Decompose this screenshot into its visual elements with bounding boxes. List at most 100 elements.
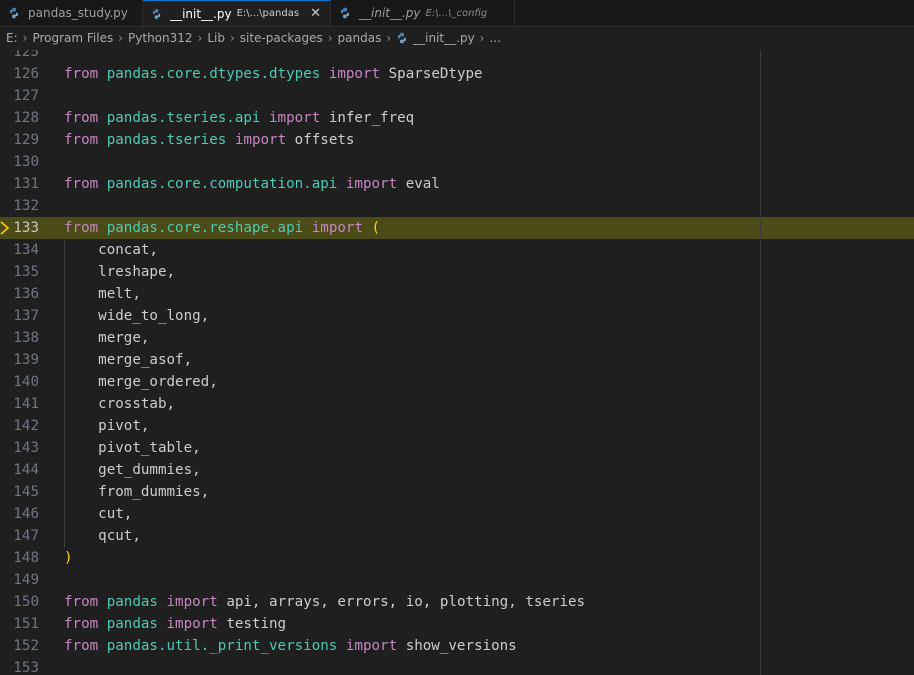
- code-line[interactable]: 136 melt,: [0, 283, 914, 305]
- code-editor[interactable]: 125 126 from pandas.core.dtypes.dtypes imp…: [0, 50, 914, 675]
- line-number: 131: [13, 176, 39, 192]
- line-number: 140: [13, 374, 39, 390]
- code-line[interactable]: 128 from pandas.tseries.api import infer_…: [0, 107, 914, 129]
- code-text: from pandas.util._print_versions import …: [64, 638, 517, 654]
- code-line[interactable]: 139 merge_asof,: [0, 349, 914, 371]
- python-file-icon: [10, 7, 18, 19]
- code-line[interactable]: 129 from pandas.tseries import offsets: [0, 129, 914, 151]
- current-line[interactable]: 133 from pandas.core.reshape.api import (: [0, 217, 914, 239]
- python-file-icon: [341, 7, 349, 19]
- code-text: get_dummies,: [98, 462, 201, 478]
- line-number: 148: [13, 550, 39, 566]
- breadcrumb-lib[interactable]: Lib: [207, 31, 225, 45]
- editor-tab-bar: pandas_study.py __init__.py E:\...\panda…: [0, 0, 914, 27]
- python-file-icon: [398, 32, 407, 44]
- code-text: melt,: [98, 286, 141, 302]
- code-line[interactable]: 137 wide_to_long,: [0, 305, 914, 327]
- tab-description: E:\...\pandas: [236, 8, 300, 19]
- code-line[interactable]: 141 crosstab,: [0, 393, 914, 415]
- chevron-right-icon: ›: [22, 31, 28, 45]
- breadcrumb-program-files[interactable]: Program Files: [32, 31, 113, 45]
- code-text: lreshape,: [98, 264, 176, 280]
- chevron-right-icon: ›: [479, 31, 485, 45]
- code-text: from pandas.core.reshape.api import (: [64, 220, 381, 236]
- python-file-icon: [152, 8, 161, 19]
- chevron-right-icon: ›: [197, 31, 203, 45]
- code-line[interactable]: 148): [0, 547, 914, 569]
- code-line[interactable]: 143 pivot_table,: [0, 437, 914, 459]
- line-number: 137: [13, 308, 39, 324]
- code-text: from pandas import testing: [64, 616, 287, 632]
- code-text: merge_asof,: [98, 352, 193, 368]
- line-number: 144: [13, 462, 39, 478]
- code-line[interactable]: 153: [0, 657, 914, 675]
- chevron-right-icon: ›: [229, 31, 235, 45]
- code-line[interactable]: 147 qcut,: [0, 525, 914, 547]
- code-text: from pandas.core.dtypes.dtypes import Sp…: [64, 66, 483, 82]
- tab-pandas-study[interactable]: pandas_study.py: [0, 0, 143, 26]
- chevron-right-icon: ›: [118, 31, 124, 45]
- code-line[interactable]: 127: [0, 85, 914, 107]
- code-line[interactable]: 125: [0, 50, 914, 63]
- line-number: 146: [13, 506, 39, 522]
- debug-current-line-arrow-icon: [0, 221, 10, 235]
- line-number: 132: [13, 198, 39, 214]
- breadcrumb-python312[interactable]: Python312: [128, 31, 193, 45]
- code-line[interactable]: 130: [0, 151, 914, 173]
- code-line[interactable]: 149: [0, 569, 914, 591]
- line-number: 147: [13, 528, 39, 544]
- line-number: 150: [13, 594, 39, 610]
- line-number: 141: [13, 396, 39, 412]
- line-number: 139: [13, 352, 39, 368]
- code-line[interactable]: 146 cut,: [0, 503, 914, 525]
- code-line[interactable]: 145 from_dummies,: [0, 481, 914, 503]
- code-text: merge,: [98, 330, 150, 346]
- tab-label: __init__.py: [170, 6, 232, 21]
- code-line[interactable]: 140 merge_ordered,: [0, 371, 914, 393]
- code-line[interactable]: 132: [0, 195, 914, 217]
- code-line[interactable]: 150 from pandas import api, arrays, error…: [0, 591, 914, 613]
- line-number: 149: [13, 572, 39, 588]
- editor-ruler: [760, 50, 761, 675]
- code-text: ): [64, 550, 73, 566]
- breadcrumb-pandas[interactable]: pandas: [338, 31, 382, 45]
- chevron-right-icon: ›: [386, 31, 392, 45]
- chevron-right-icon: ›: [327, 31, 333, 45]
- tab-init-config[interactable]: __init__.py E:\...\_config: [331, 0, 515, 26]
- breadcrumb-drive[interactable]: E:: [6, 31, 18, 45]
- code-line[interactable]: 131 from pandas.core.computation.api impo…: [0, 173, 914, 195]
- code-text: merge_ordered,: [98, 374, 218, 390]
- line-number: 138: [13, 330, 39, 346]
- code-line[interactable]: 142 pivot,: [0, 415, 914, 437]
- breadcrumb-symbols[interactable]: ...: [489, 31, 500, 45]
- code-text: wide_to_long,: [98, 308, 210, 324]
- code-text: qcut,: [98, 528, 141, 544]
- line-number: 135: [13, 264, 39, 280]
- line-number: 143: [13, 440, 39, 456]
- close-icon[interactable]: ✕: [309, 6, 322, 21]
- tab-description: E:\...\_config: [425, 7, 488, 19]
- breadcrumb: E: › Program Files › Python312 › Lib › s…: [0, 27, 914, 49]
- line-number: 128: [13, 110, 39, 126]
- code-line[interactable]: 152 from pandas.util._print_versions impo…: [0, 635, 914, 657]
- code-text: from_dummies,: [98, 484, 210, 500]
- code-text: pivot,: [98, 418, 150, 434]
- code-text: from pandas import api, arrays, errors, …: [64, 594, 586, 610]
- code-line[interactable]: 151 from pandas import testing: [0, 613, 914, 635]
- line-number: 151: [13, 616, 39, 632]
- code-line[interactable]: 144 get_dummies,: [0, 459, 914, 481]
- code-line[interactable]: 126 from pandas.core.dtypes.dtypes import…: [0, 63, 914, 85]
- tab-label: __init__.py: [359, 6, 421, 20]
- code-line[interactable]: 135 lreshape,: [0, 261, 914, 283]
- tab-init-pandas[interactable]: __init__.py E:\...\pandas ✕: [143, 0, 331, 26]
- line-number: 153: [13, 660, 39, 675]
- breadcrumb-init-file[interactable]: __init__.py: [413, 31, 475, 45]
- code-text: from pandas.tseries import offsets: [64, 132, 355, 148]
- tab-label: pandas_study.py: [28, 6, 128, 20]
- code-text: from pandas.tseries.api import infer_fre…: [64, 110, 415, 126]
- code-line[interactable]: 134 concat,: [0, 239, 914, 261]
- line-number: 125: [13, 50, 39, 60]
- code-line[interactable]: 138 merge,: [0, 327, 914, 349]
- breadcrumb-site-packages[interactable]: site-packages: [240, 31, 323, 45]
- line-number: 136: [13, 286, 39, 302]
